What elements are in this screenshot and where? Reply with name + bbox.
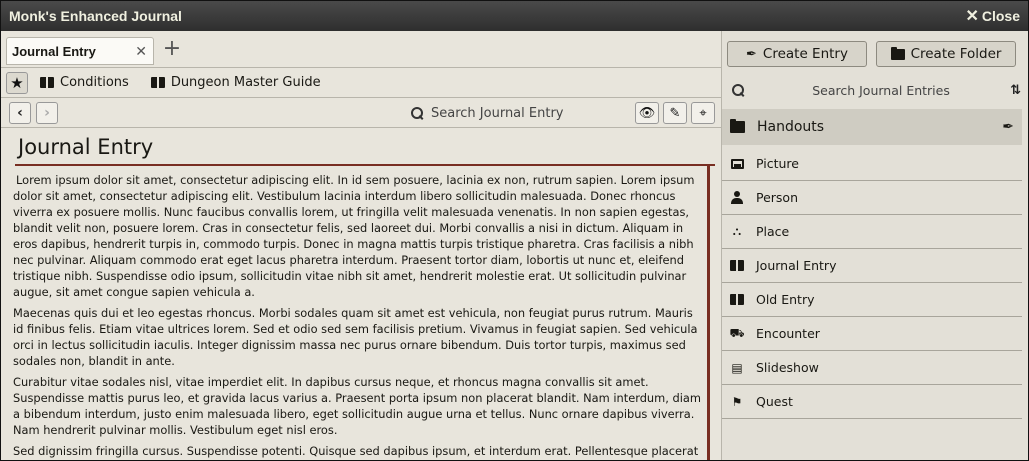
crosshairs-icon: ⌖ — [699, 105, 707, 121]
place-icon: ⛬ — [732, 224, 742, 238]
list-item[interactable]: ⚑ Quest — [722, 385, 1022, 419]
list-item[interactable]: Journal Entry — [722, 249, 1022, 283]
search-entry-input[interactable]: Search Journal Entry — [411, 103, 621, 123]
search-icon — [411, 107, 423, 119]
slideshow-icon: ▤ — [731, 360, 743, 375]
title-divider — [15, 164, 715, 166]
chevron-right-icon: › — [44, 105, 50, 121]
entry-label: Quest — [756, 394, 793, 409]
pencil-icon: ✎ — [669, 105, 681, 121]
book-icon — [730, 294, 744, 305]
close-label: Close — [981, 8, 1020, 24]
back-button[interactable]: ‹ — [9, 102, 31, 124]
paragraph: Maecenas quis dui et leo egestas rhoncus… — [13, 306, 698, 368]
book-icon — [150, 77, 165, 88]
list-item[interactable]: ⛬ Place — [722, 215, 1022, 249]
paragraph: Sed dignissim fringilla cursus. Suspendi… — [13, 444, 699, 458]
entry-label: Slideshow — [756, 360, 819, 375]
window-title: Monk's Enhanced Journal — [9, 8, 182, 24]
tab-bar: Journal Entry ✕ + — [1, 31, 721, 68]
create-folder-button[interactable]: Create Folder — [876, 41, 1016, 67]
edit-button[interactable]: ✎ — [663, 102, 687, 124]
create-folder-label: Create Folder — [910, 46, 1002, 62]
folder-icon — [730, 119, 745, 133]
entry-body[interactable]: Lorem ipsum dolor sit amet, consectetur … — [13, 172, 705, 460]
eye-icon: 👁 — [638, 105, 656, 121]
image-icon — [730, 158, 744, 169]
encounter-icon: ⛟ — [729, 325, 745, 340]
directory-search: ⇅ — [722, 73, 1028, 107]
entry-toolbar: ‹ › Search Journal Entry 👁 ✎ ⌖ — [1, 98, 721, 128]
feather-icon: ✒ — [746, 46, 757, 62]
bookmark-conditions[interactable]: Conditions — [32, 75, 139, 90]
create-entry-button[interactable]: ✒ Create Entry — [727, 41, 867, 67]
bookmark-label: Conditions — [60, 75, 129, 90]
chevron-left-icon: ‹ — [17, 105, 23, 121]
add-tab-button[interactable]: + — [161, 37, 183, 63]
body-edge-rule — [707, 166, 710, 460]
forward-button[interactable]: › — [36, 102, 58, 124]
journal-window: Monk's Enhanced Journal ✕ Close Journal … — [0, 0, 1029, 461]
star-icon: ★ — [10, 73, 24, 92]
book-icon — [730, 260, 744, 271]
list-item[interactable]: Old Entry — [722, 283, 1022, 317]
close-icon: ✕ — [965, 8, 979, 25]
window-titlebar[interactable]: Monk's Enhanced Journal ✕ Close — [1, 1, 1028, 31]
create-entry-label: Create Entry — [762, 46, 848, 62]
tab-journal-entry[interactable]: Journal Entry ✕ — [6, 37, 154, 65]
list-item[interactable]: ⛟ Encounter — [722, 317, 1022, 351]
bookmark-star-button[interactable]: ★ — [6, 71, 28, 94]
tab-close-icon[interactable]: ✕ — [135, 43, 147, 60]
book-icon — [40, 77, 54, 88]
search-entry-placeholder: Search Journal Entry — [431, 105, 564, 121]
entry-pane: Journal Entry ✕ + ★ Conditions Dungeon M… — [1, 31, 721, 460]
journal-directory: ✒ Create Entry Create Folder ⇅ Handouts … — [721, 31, 1028, 460]
list-item[interactable]: Person — [722, 181, 1022, 215]
folder-handouts[interactable]: Handouts ✒ — [722, 109, 1022, 145]
signpost-icon: ⚑ — [731, 394, 743, 409]
search-icon — [732, 84, 744, 96]
folder-label: Handouts — [757, 119, 825, 135]
entry-label: Journal Entry — [756, 258, 837, 273]
entry-label: Picture — [756, 156, 799, 171]
locate-button[interactable]: ⌖ — [691, 102, 715, 124]
entry-label: Old Entry — [756, 292, 815, 307]
directory-search-input[interactable] — [752, 80, 1011, 100]
close-button[interactable]: ✕ Close — [965, 6, 1020, 26]
entry-title[interactable]: Journal Entry — [15, 132, 715, 164]
bookmark-bar: ★ Conditions Dungeon Master Guide — [1, 68, 721, 98]
folder-icon — [890, 46, 905, 60]
sort-icon[interactable]: ⇅ — [1010, 83, 1021, 98]
paragraph: Curabitur vitae sodales nisl, vitae impe… — [13, 375, 701, 437]
bookmark-dungeon-master-guide[interactable]: Dungeon Master Guide — [143, 75, 331, 90]
entry-label: Encounter — [756, 326, 820, 341]
entry-list: Picture Person ⛬ Place Journal Entry Old… — [722, 147, 1022, 419]
entry-label: Place — [756, 224, 790, 239]
paragraph: Lorem ipsum dolor sit amet, consectetur … — [13, 173, 695, 299]
tab-label: Journal Entry — [12, 43, 96, 59]
bookmark-label: Dungeon Master Guide — [170, 75, 321, 90]
list-item[interactable]: Picture — [722, 147, 1022, 181]
show-players-button[interactable]: 👁 — [635, 102, 659, 124]
feather-icon[interactable]: ✒ — [1002, 119, 1014, 135]
directory-actions: ✒ Create Entry Create Folder — [722, 31, 1028, 73]
list-item[interactable]: ▤ Slideshow — [722, 351, 1022, 385]
person-icon — [731, 191, 743, 204]
entry-label: Person — [756, 190, 799, 205]
